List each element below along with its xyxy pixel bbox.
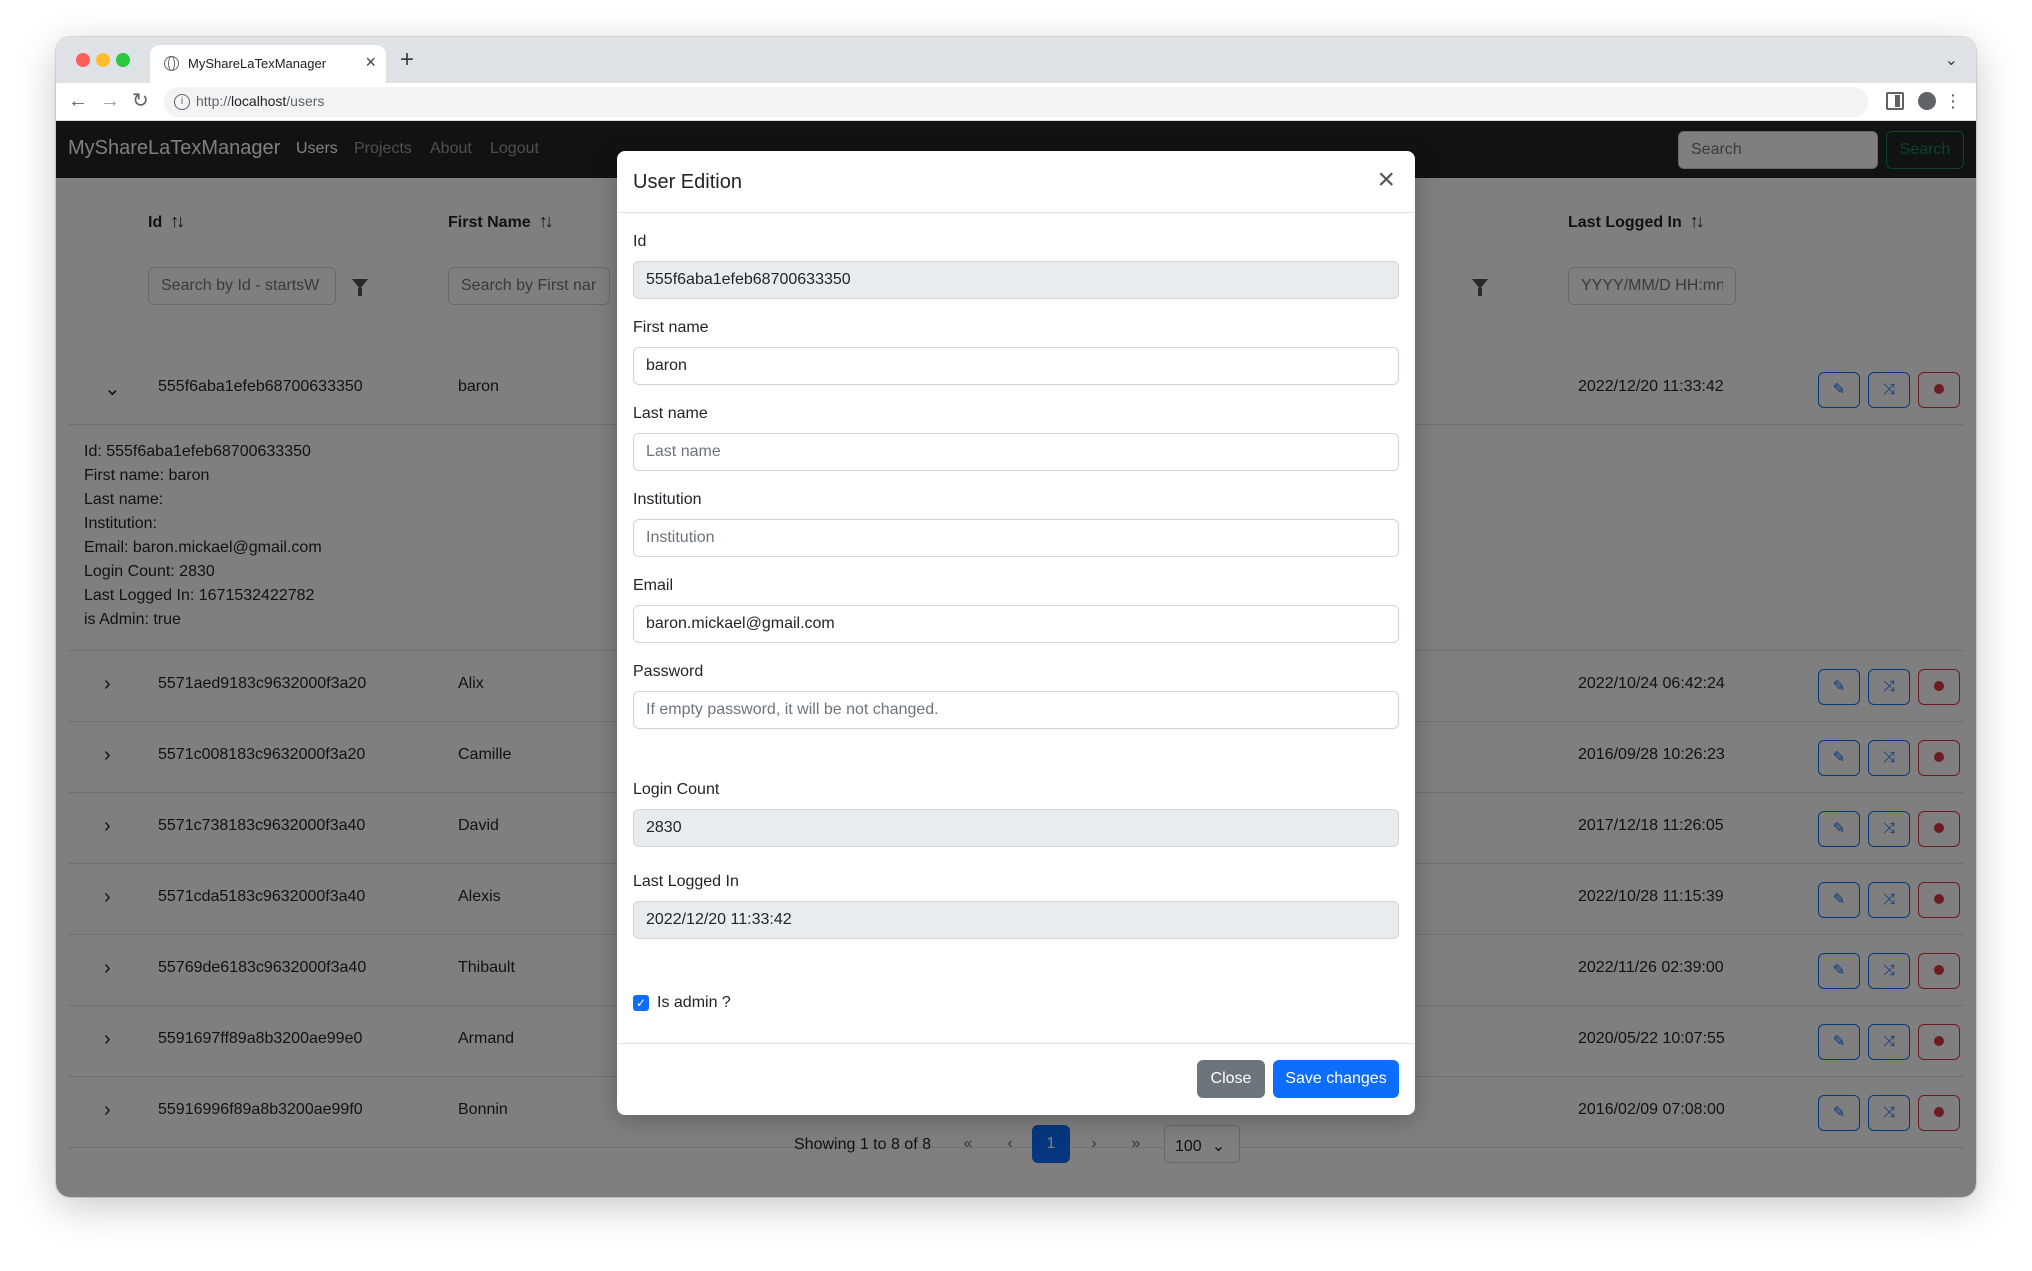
side-panel-icon[interactable] — [1886, 92, 1904, 110]
id-field[interactable] — [633, 261, 1399, 299]
last-name-field[interactable] — [633, 433, 1399, 471]
new-tab-icon[interactable]: + — [400, 48, 414, 72]
close-icon[interactable]: × — [1377, 165, 1395, 195]
password-label: Password — [633, 663, 704, 680]
password-field[interactable] — [633, 691, 1399, 729]
first-name-label: First name — [633, 319, 709, 336]
address-bar[interactable]: i http://localhost/users — [164, 87, 1868, 117]
browser-toolbar: ← → ↻ i http://localhost/users ⋮ — [56, 83, 1976, 121]
first-name-field[interactable] — [633, 347, 1399, 385]
browser-tab[interactable]: MyShareLaTexManager × — [150, 45, 386, 83]
is-admin-label[interactable]: Is admin ? — [657, 994, 731, 1012]
minimize-window-button[interactable] — [96, 53, 110, 67]
id-label: Id — [633, 233, 647, 250]
institution-label: Institution — [633, 491, 702, 508]
close-button[interactable]: Close — [1197, 1060, 1265, 1098]
login-count-label: Login Count — [633, 781, 720, 798]
institution-field[interactable] — [633, 519, 1399, 557]
tab-bar: MyShareLaTexManager × + ⌄ — [56, 37, 1976, 83]
site-info-icon[interactable]: i — [174, 94, 190, 110]
save-changes-button[interactable]: Save changes — [1273, 1060, 1399, 1098]
profile-icon[interactable] — [1918, 92, 1936, 110]
modal-header: User Edition × — [617, 151, 1415, 213]
kebab-menu-icon[interactable]: ⋮ — [1944, 89, 1962, 113]
login-count-field[interactable] — [633, 809, 1399, 847]
globe-icon — [164, 56, 179, 71]
page-viewport: MyShareLaTexManager Users Projects About… — [56, 121, 1976, 1197]
tab-close-icon[interactable]: × — [365, 52, 376, 72]
tab-title: MyShareLaTexManager — [188, 56, 327, 71]
back-arrow-icon[interactable]: ← — [68, 89, 88, 113]
close-window-button[interactable] — [76, 53, 90, 67]
email-label: Email — [633, 577, 674, 594]
forward-arrow-icon[interactable]: → — [100, 89, 120, 113]
email-field[interactable] — [633, 605, 1399, 643]
modal-footer: Close Save changes — [617, 1043, 1415, 1115]
user-edition-modal: User Edition × Id First name Last name I… — [617, 151, 1415, 1115]
maximize-window-button[interactable] — [116, 53, 130, 67]
last-name-label: Last name — [633, 405, 708, 422]
tab-search-chevron-icon[interactable]: ⌄ — [1945, 50, 1958, 70]
modal-title: User Edition — [633, 171, 742, 193]
last-logged-in-label: Last Logged In — [633, 873, 739, 890]
browser-window: MyShareLaTexManager × + ⌄ ← → ↻ i http:/… — [56, 37, 1976, 1197]
is-admin-checkbox[interactable]: ✓ — [633, 995, 649, 1011]
reload-icon[interactable]: ↻ — [132, 89, 149, 113]
last-logged-in-field[interactable] — [633, 901, 1399, 939]
url-text: http://localhost/users — [196, 93, 325, 109]
